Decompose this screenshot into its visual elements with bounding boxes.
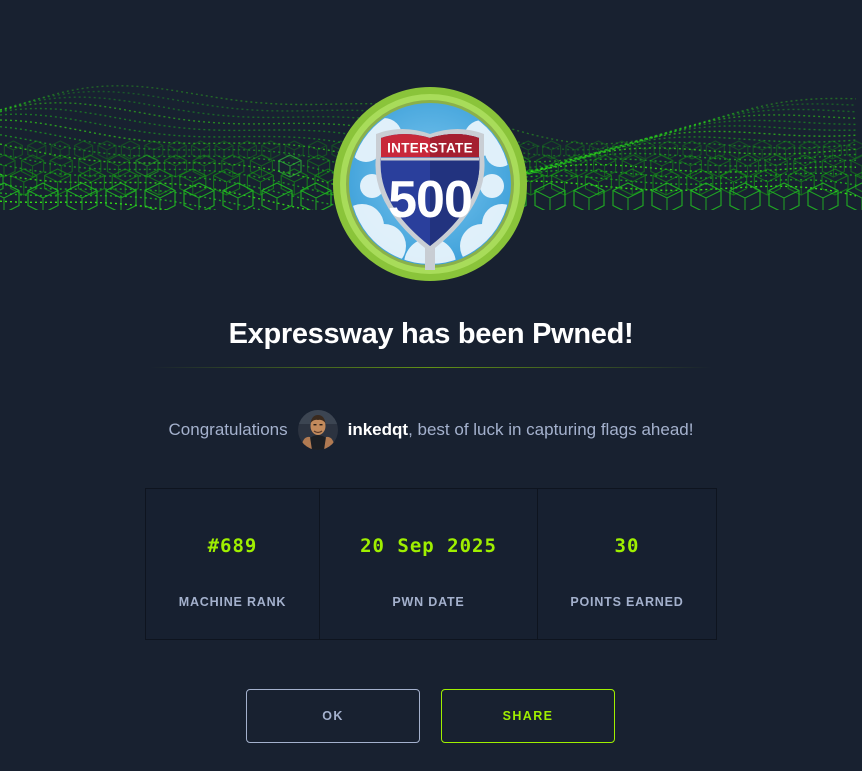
pwned-modal: INTERSTATE 500 Expressway has been Pwned… <box>0 0 862 771</box>
points-earned-value: 30 <box>614 535 640 557</box>
user-avatar <box>297 410 338 450</box>
stat-points-earned: 30 POINTS EARNED <box>538 489 716 639</box>
machine-rank-label: MACHINE RANK <box>178 595 287 609</box>
stat-machine-rank: #689 MACHINE RANK <box>146 489 320 639</box>
share-button[interactable]: SHARE <box>441 689 615 743</box>
pwn-date-value: 20 Sep 2025 <box>360 535 497 557</box>
machine-rank-value: #689 <box>207 535 258 557</box>
machine-badge: INTERSTATE 500 <box>332 86 528 282</box>
sign-top-text: INTERSTATE <box>387 141 473 156</box>
ok-button[interactable]: OK <box>246 689 420 743</box>
congrats-prefix: Congratulations <box>168 420 288 439</box>
title-divider <box>150 367 712 368</box>
congrats-suffix: , best of luck in capturing flags ahead! <box>408 420 694 439</box>
congratulations-message: Congratulations inkedqt , best of luck i… <box>0 408 862 452</box>
points-earned-label: POINTS EARNED <box>570 595 684 609</box>
sign-number: 500 <box>388 171 472 229</box>
page-title: Expressway has been Pwned! <box>228 318 634 350</box>
username[interactable]: inkedqt <box>348 420 408 440</box>
stat-pwn-date: 20 Sep 2025 PWN DATE <box>320 489 538 639</box>
pwn-date-label: PWN DATE <box>392 595 465 609</box>
stats-panel: #689 MACHINE RANK 20 Sep 2025 PWN DATE 3… <box>145 488 717 640</box>
